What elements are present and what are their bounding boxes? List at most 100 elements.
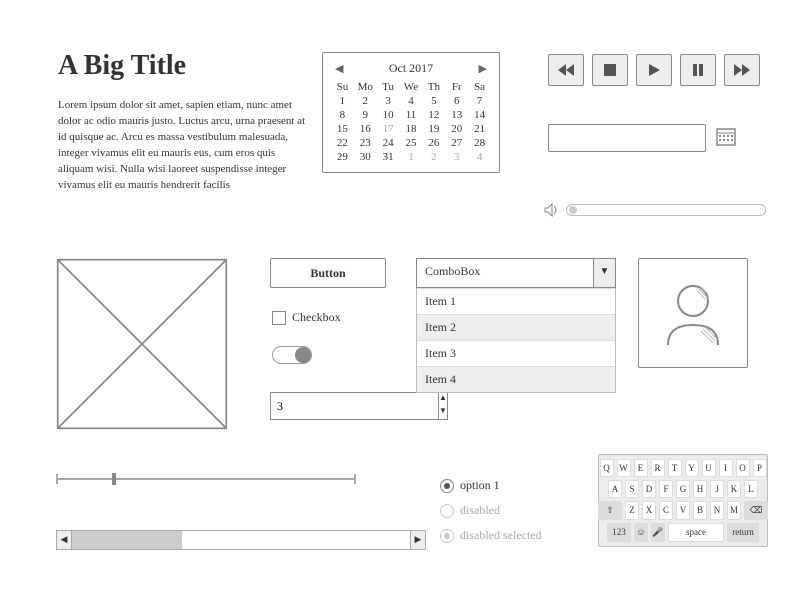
calendar-day[interactable]: 25 (400, 136, 423, 150)
calendar-day[interactable]: 20 (445, 122, 468, 136)
keyboard-key[interactable]: X (642, 501, 656, 520)
calendar-day[interactable]: 18 (400, 122, 423, 136)
keyboard-key[interactable]: Q (600, 459, 614, 477)
calendar-day[interactable]: 1 (400, 150, 423, 164)
keyboard-key[interactable]: G (676, 480, 690, 498)
toggle-switch[interactable] (272, 346, 312, 364)
calendar[interactable]: ◀ Oct 2017 ▶ SuMoTuWeThFrSa1234567891011… (322, 52, 500, 173)
calendar-day[interactable]: 24 (377, 136, 400, 150)
keyboard-key[interactable]: E (634, 459, 648, 477)
keyboard-key[interactable]: ☺ (634, 523, 648, 542)
calendar-day[interactable]: 12 (422, 108, 445, 122)
calendar-day[interactable]: 3 (377, 94, 400, 108)
list-item[interactable]: Item 2 (417, 314, 615, 340)
keyboard-key[interactable]: B (693, 501, 707, 520)
calendar-day[interactable]: 5 (422, 94, 445, 108)
keyboard-key[interactable]: K (727, 480, 741, 498)
calendar-day[interactable]: 30 (354, 150, 377, 164)
keyboard-key[interactable]: I (719, 459, 733, 477)
calendar-day[interactable]: 7 (468, 94, 491, 108)
spinner-up-icon[interactable]: ▲ (439, 393, 447, 406)
button[interactable]: Button (270, 258, 386, 288)
calendar-day[interactable]: 22 (331, 136, 354, 150)
keyboard-key[interactable]: M (727, 501, 741, 520)
range-slider[interactable] (56, 478, 356, 480)
calendar-day[interactable]: 19 (422, 122, 445, 136)
calendar-day[interactable]: 3 (445, 150, 468, 164)
calendar-day[interactable]: 26 (422, 136, 445, 150)
keyboard-key[interactable]: ⌫ (744, 501, 768, 520)
calendar-day[interactable]: 16 (354, 122, 377, 136)
calendar-day[interactable]: 28 (468, 136, 491, 150)
calendar-day[interactable]: 13 (445, 108, 468, 122)
keyboard-key[interactable]: F (659, 480, 673, 498)
scroll-left-icon[interactable]: ◀ (56, 530, 72, 550)
spinner-input[interactable] (270, 392, 439, 420)
calendar-day[interactable]: 31 (377, 150, 400, 164)
scroll-thumb[interactable] (72, 531, 182, 549)
keyboard-key[interactable]: D (642, 480, 656, 498)
calendar-day[interactable]: 11 (400, 108, 423, 122)
combobox-input[interactable]: ComboBox (416, 258, 594, 288)
rewind-button[interactable] (548, 54, 584, 86)
forward-button[interactable] (724, 54, 760, 86)
volume-track[interactable] (566, 204, 766, 216)
keyboard-key[interactable]: O (736, 459, 750, 477)
checkbox[interactable]: Checkbox (272, 310, 341, 325)
calendar-day[interactable]: 1 (331, 94, 354, 108)
keyboard-key[interactable]: H (693, 480, 707, 498)
pause-button[interactable] (680, 54, 716, 86)
keyboard-key[interactable]: 🎤 (651, 523, 665, 542)
list-item[interactable]: Item 3 (417, 340, 615, 366)
stop-button[interactable] (592, 54, 628, 86)
keyboard-key[interactable]: C (659, 501, 673, 520)
keyboard-key[interactable]: U (702, 459, 716, 477)
keyboard-key[interactable]: return (727, 523, 759, 542)
calendar-next-icon[interactable]: ▶ (479, 62, 487, 75)
keyboard-key[interactable]: Z (625, 501, 639, 520)
calendar-day[interactable]: 27 (445, 136, 468, 150)
volume-thumb[interactable] (569, 206, 577, 214)
calendar-day[interactable]: 14 (468, 108, 491, 122)
date-input[interactable] (548, 124, 706, 152)
keyboard-key[interactable]: A (608, 480, 622, 498)
checkbox-box[interactable] (272, 311, 286, 325)
keyboard-key[interactable]: space (668, 523, 724, 542)
play-button[interactable] (636, 54, 672, 86)
keyboard-key[interactable]: Y (685, 459, 699, 477)
keyboard-key[interactable]: L (744, 480, 758, 498)
range-slider-thumb[interactable] (112, 473, 116, 485)
horizontal-scrollbar[interactable]: ◀ ▶ (56, 530, 426, 550)
keyboard-key[interactable]: N (710, 501, 724, 520)
scroll-track[interactable] (72, 530, 410, 550)
spinner-down-icon[interactable]: ▼ (439, 406, 447, 419)
list-item[interactable]: Item 4 (417, 366, 615, 392)
calendar-day[interactable]: 4 (400, 94, 423, 108)
calendar-day[interactable]: 2 (354, 94, 377, 108)
radio-option[interactable]: option 1 (440, 478, 542, 493)
keyboard-key[interactable]: V (676, 501, 690, 520)
calendar-day[interactable]: 29 (331, 150, 354, 164)
keyboard-key[interactable]: 123 (607, 523, 631, 542)
keyboard-key[interactable]: W (617, 459, 631, 477)
keyboard-key[interactable]: ⇧ (598, 501, 622, 520)
calendar-day[interactable]: 10 (377, 108, 400, 122)
scroll-right-icon[interactable]: ▶ (410, 530, 426, 550)
date-picker-icon[interactable] (716, 126, 736, 146)
calendar-day[interactable]: 8 (331, 108, 354, 122)
calendar-day[interactable]: 21 (468, 122, 491, 136)
list-item[interactable]: Item 1 (417, 288, 615, 314)
calendar-day[interactable]: 17 (377, 122, 400, 136)
number-spinner[interactable]: ▲ ▼ (270, 392, 386, 420)
radio-circle[interactable] (440, 479, 454, 493)
keyboard-key[interactable]: J (710, 480, 724, 498)
keyboard-key[interactable]: P (753, 459, 767, 477)
calendar-day[interactable]: 4 (468, 150, 491, 164)
calendar-day[interactable]: 9 (354, 108, 377, 122)
keyboard-key[interactable]: S (625, 480, 639, 498)
calendar-day[interactable]: 2 (422, 150, 445, 164)
calendar-day[interactable]: 6 (445, 94, 468, 108)
calendar-day[interactable]: 15 (331, 122, 354, 136)
volume-slider[interactable] (544, 202, 766, 218)
keyboard-key[interactable]: T (668, 459, 682, 477)
